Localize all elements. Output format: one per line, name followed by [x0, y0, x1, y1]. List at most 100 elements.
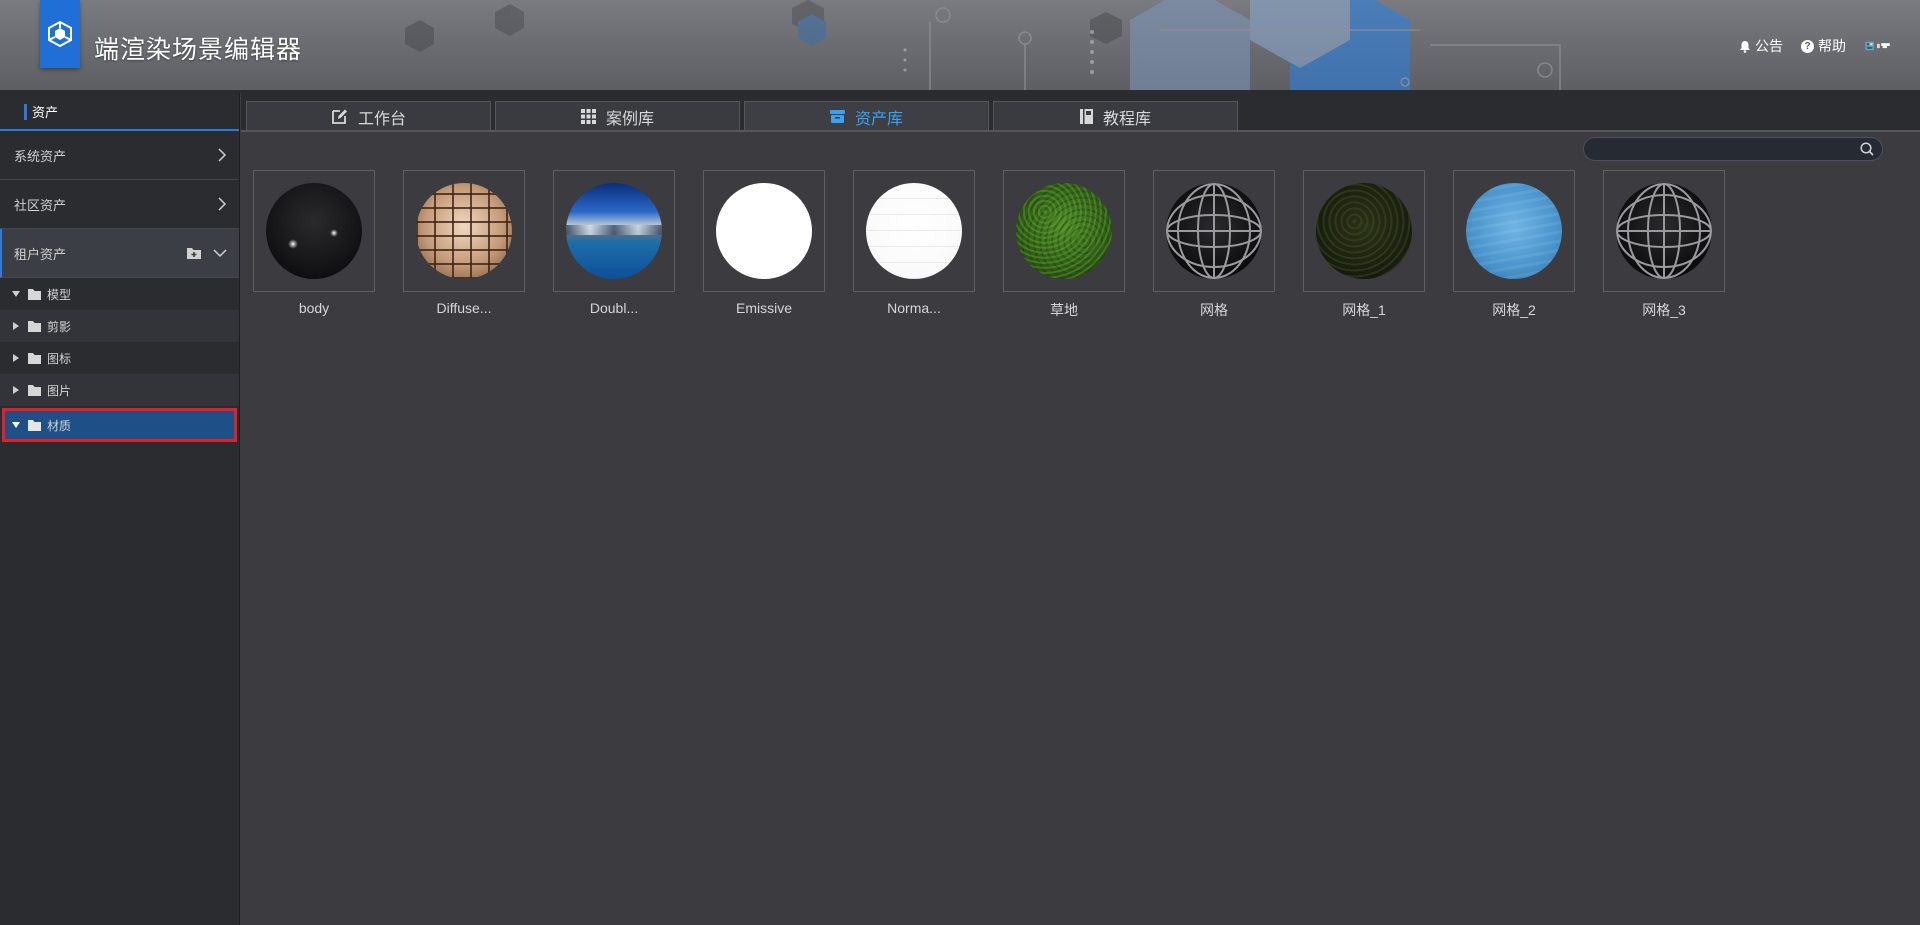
help-icon: ? [1801, 39, 1814, 53]
sidebar-section-label: 社区资产 [14, 197, 67, 213]
asset-card[interactable]: body [253, 170, 375, 316]
asset-card[interactable]: 草地 [1003, 170, 1125, 320]
folder-add-icon[interactable] [187, 247, 201, 259]
tree-item-materials[interactable]: 材质 [2, 408, 237, 442]
asset-label: 网格_2 [1492, 302, 1536, 318]
wire-grid-sphere-icon [1166, 183, 1262, 279]
tab-case-library[interactable]: 案例库 [495, 101, 740, 131]
tree-item-icons[interactable]: 图标 [0, 342, 239, 374]
help-label: 帮助 [1818, 38, 1846, 54]
tree-item-label: 剪影 [47, 319, 72, 334]
sidebar-section-community-assets[interactable]: 社区资产 [0, 180, 239, 229]
tab-label: 教程库 [1102, 110, 1151, 128]
notice-label: 公告 [1755, 38, 1783, 54]
asset-card[interactable]: 网格_1 [1303, 170, 1425, 320]
caret-right-icon[interactable] [13, 386, 19, 394]
asset-card[interactable]: Doubl... [553, 170, 675, 316]
app-logo[interactable] [40, 0, 80, 68]
caret-right-icon[interactable] [13, 322, 19, 330]
stone-brick-sphere-icon [416, 183, 512, 279]
asset-thumbnail[interactable] [253, 170, 375, 292]
edit-icon [332, 109, 347, 124]
user-menu[interactable] [1864, 36, 1890, 56]
tab-label: 案例库 [605, 110, 654, 128]
asset-label: body [298, 300, 330, 316]
asset-thumbnail[interactable] [1453, 170, 1575, 292]
tree-item-label: 图片 [47, 383, 72, 398]
wire-grid-sphere-icon [1616, 183, 1712, 279]
tree-item-silhouettes[interactable]: 剪影 [0, 310, 239, 342]
asset-card[interactable]: Diffuse... [403, 170, 525, 316]
sidebar-section-system-assets[interactable]: 系统资产 [0, 131, 239, 180]
asset-card[interactable]: 网格 [1153, 170, 1275, 320]
asset-thumbnail[interactable] [1603, 170, 1725, 292]
asset-thumbnail[interactable] [403, 170, 525, 292]
folder-icon [28, 320, 41, 332]
notice-button[interactable]: 公告 [1739, 36, 1783, 56]
asset-search [1583, 137, 1883, 161]
library-tabs: 工作台 案例库 资产库 教程库 [241, 93, 1920, 131]
folder-icon [28, 384, 41, 396]
tree-item-label: 模型 [47, 287, 72, 302]
tab-label: 工作台 [357, 110, 406, 128]
sidebar-section-tenant-assets[interactable]: 租户资产 [0, 229, 239, 278]
sidebar-heading-label: 资产 [32, 104, 59, 120]
asset-card[interactable]: Norma... [853, 170, 975, 316]
asset-label: Norma... [887, 300, 941, 316]
cube-logo-icon [48, 20, 72, 48]
asset-thumbnail[interactable] [703, 170, 825, 292]
tree-item-images[interactable]: 图片 [0, 374, 239, 406]
asset-sidebar: 资产 系统资产 社区资产 租户资产 模型 剪影 图标 图片 材质 [0, 93, 240, 925]
sidebar-heading: 资产 [0, 93, 239, 131]
tab-asset-library[interactable]: 资产库 [744, 101, 989, 131]
chevron-right-icon [218, 197, 227, 211]
sidebar-section-label: 系统资产 [14, 148, 67, 164]
asset-label: 草地 [1050, 302, 1078, 318]
folder-icon [28, 419, 41, 431]
asset-label: Doubl... [589, 300, 639, 316]
asset-thumbnail[interactable] [853, 170, 975, 292]
tree-item-label: 材质 [47, 418, 72, 433]
chevron-down-icon[interactable] [213, 248, 227, 258]
tab-label: 资产库 [854, 110, 903, 128]
asset-library-panel: body Diffuse... Doubl... Emissive Norma.… [241, 132, 1920, 925]
asset-label: Diffuse... [436, 300, 492, 316]
caret-down-icon[interactable] [12, 422, 20, 428]
folder-icon [28, 288, 41, 300]
sidebar-section-label: 租户资产 [14, 246, 67, 262]
tab-workbench[interactable]: 工作台 [246, 101, 491, 131]
search-icon[interactable] [1860, 142, 1874, 156]
tab-tutorial-library[interactable]: 教程库 [993, 101, 1238, 131]
asset-thumbnail[interactable] [1303, 170, 1425, 292]
asset-folder-tree: 模型 剪影 图标 图片 材质 [0, 278, 239, 442]
folder-icon [28, 352, 41, 364]
asset-thumbnail[interactable] [553, 170, 675, 292]
asset-thumbnail[interactable] [1153, 170, 1275, 292]
bell-icon [1740, 40, 1750, 53]
asset-card[interactable]: 网格_3 [1603, 170, 1725, 320]
tree-item-label: 图标 [47, 351, 72, 366]
caret-down-icon[interactable] [12, 291, 20, 297]
dark-glossy-sphere-icon [266, 183, 362, 279]
dark-moss-sphere-icon [1316, 183, 1412, 279]
grass-sphere-icon [1016, 183, 1112, 279]
header-actions: 公告 ? 帮助 [1739, 36, 1890, 56]
asset-label: 网格_3 [1642, 302, 1686, 318]
box-icon [829, 110, 845, 123]
tree-item-models[interactable]: 模型 [0, 278, 239, 310]
asset-thumbnail[interactable] [1003, 170, 1125, 292]
asset-label: 网格 [1200, 302, 1228, 318]
user-name-glyph-icon [1877, 43, 1890, 49]
asset-card[interactable]: Emissive [703, 170, 825, 316]
help-button[interactable]: ? 帮助 [1801, 36, 1846, 56]
asset-label: 网格_1 [1342, 302, 1386, 318]
chevron-right-icon [218, 148, 227, 162]
asset-card[interactable]: 网格_2 [1453, 170, 1575, 320]
sky-landscape-sphere-icon [566, 183, 662, 279]
grid-icon [580, 109, 596, 124]
search-input[interactable] [1596, 140, 1856, 158]
white-normal-sphere-icon [866, 183, 962, 279]
caret-right-icon[interactable] [13, 354, 19, 362]
water-sphere-icon [1466, 183, 1562, 279]
app-title: 端渲染场景编辑器 [94, 36, 303, 64]
